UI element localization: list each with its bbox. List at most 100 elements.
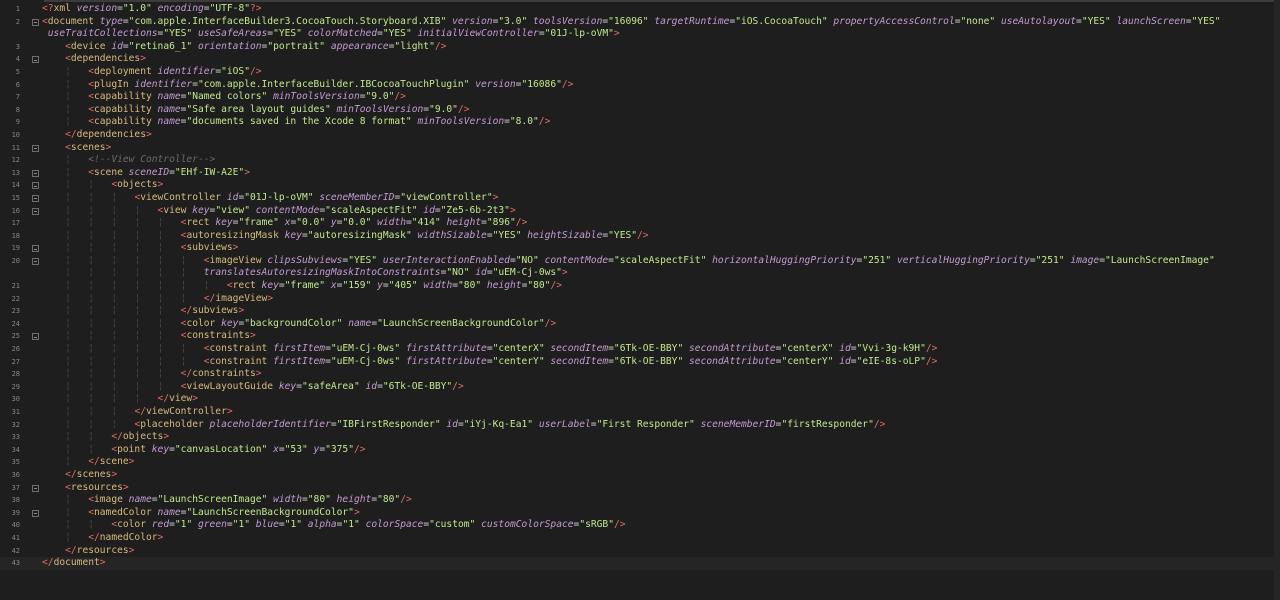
fold-toggle-icon[interactable] <box>32 182 39 190</box>
code-text: ¦ ¦ <point key="canvasLocation" x="53" y… <box>65 443 366 455</box>
code-line[interactable]: 35 ¦ </scene> <box>0 456 1280 469</box>
code-line[interactable]: 10 </dependencies> <box>0 129 1280 142</box>
line-number: 34 <box>11 445 20 454</box>
code-line[interactable]: 24 ¦ ¦ ¦ ¦ ¦ <color key="backgroundColor… <box>0 318 1280 331</box>
code-line[interactable]: 39 ¦ <namedColor name="LaunchScreenBackg… <box>0 507 1280 520</box>
code-line[interactable]: 20 ¦ ¦ ¦ ¦ ¦ ¦ <imageView clipsSubviews=… <box>0 255 1280 268</box>
code-area[interactable]: 1 <?xml version="1.0" encoding="UTF-8"?> 2… <box>0 3 1280 570</box>
code-line[interactable]: 43 </document> <box>0 557 1280 570</box>
fold-toggle-icon[interactable] <box>32 509 39 517</box>
code-text: ¦ <capability name="Named colors" minToo… <box>65 91 406 103</box>
code-text: ¦ ¦ ¦ <placeholder placeholderIdentifier… <box>65 418 886 430</box>
line-number: 36 <box>11 470 20 479</box>
line-number: 20 <box>11 256 20 265</box>
line-number: 5 <box>15 67 20 76</box>
code-line[interactable]: 8 ¦ <capability name="Safe area layout g… <box>0 104 1280 117</box>
fold-toggle-icon[interactable] <box>32 484 39 492</box>
fold-toggle-icon[interactable] <box>32 56 39 64</box>
line-number: 30 <box>11 395 20 404</box>
line-number: 12 <box>11 156 20 165</box>
line-number: 10 <box>11 130 20 139</box>
code-line[interactable]: 27 ¦ ¦ ¦ ¦ ¦ ¦ <constraint firstItem="uE… <box>0 356 1280 369</box>
code-line[interactable]: 32 ¦ ¦ ¦ <placeholder placeholderIdentif… <box>0 419 1280 432</box>
fold-toggle-icon[interactable] <box>32 245 39 253</box>
code-text: ¦ ¦ <objects> <box>65 179 164 191</box>
code-line[interactable]: 28 ¦ ¦ ¦ ¦ ¦ </constraints> <box>0 368 1280 381</box>
fold-toggle-icon[interactable] <box>32 144 39 152</box>
line-number: 41 <box>11 533 20 542</box>
code-line[interactable]: 7 ¦ <capability name="Named colors" minT… <box>0 91 1280 104</box>
code-line[interactable]: 30 ¦ ¦ ¦ ¦ </view> <box>0 393 1280 406</box>
fold-toggle-icon[interactable] <box>32 18 39 26</box>
code-line[interactable]: useTraitCollections="YES" useSafeAreas="… <box>0 28 1280 41</box>
code-line[interactable]: 11 <scenes> <box>0 142 1280 155</box>
code-text: ¦ ¦ ¦ ¦ ¦ <color key="backgroundColor" n… <box>65 317 557 329</box>
code-text: ¦ ¦ ¦ ¦ ¦ ¦ <imageView clipsSubviews="YE… <box>65 254 1215 266</box>
code-line[interactable]: 19 ¦ ¦ ¦ ¦ ¦ <subviews> <box>0 242 1280 255</box>
code-line[interactable]: 21 ¦ ¦ ¦ ¦ ¦ ¦ ¦ <rect key="frame" x="15… <box>0 280 1280 293</box>
code-line[interactable]: 34 ¦ ¦ <point key="canvasLocation" x="53… <box>0 444 1280 457</box>
code-line[interactable]: 26 ¦ ¦ ¦ ¦ ¦ ¦ <constraint firstItem="uE… <box>0 343 1280 356</box>
code-text: ¦ ¦ ¦ <viewController id="01J-lp-oVM" sc… <box>65 191 499 203</box>
code-line[interactable]: 14 ¦ ¦ <objects> <box>0 179 1280 192</box>
line-number: 3 <box>15 42 20 51</box>
code-line[interactable]: 37 <resources> <box>0 482 1280 495</box>
line-number: 38 <box>11 496 20 505</box>
line-number: 4 <box>15 55 20 64</box>
code-text: </resources> <box>65 544 135 556</box>
line-number: 33 <box>11 433 20 442</box>
code-line[interactable]: 22 ¦ ¦ ¦ ¦ ¦ ¦ </imageView> <box>0 293 1280 306</box>
line-number: 11 <box>11 143 20 152</box>
line-number: 40 <box>11 521 20 530</box>
code-line[interactable]: 33 ¦ ¦ </objects> <box>0 431 1280 444</box>
code-line[interactable]: 6 ¦ <plugIn identifier="com.apple.Interf… <box>0 79 1280 92</box>
line-number: 32 <box>11 420 20 429</box>
code-line[interactable]: 4 <dependencies> <box>0 53 1280 66</box>
code-text: ¦ <capability name="Safe area layout gui… <box>65 103 470 115</box>
code-line[interactable]: 23 ¦ ¦ ¦ ¦ ¦ </subviews> <box>0 305 1280 318</box>
code-line[interactable]: 5 ¦ <deployment identifier="iOS"/> <box>0 66 1280 79</box>
line-number: 14 <box>11 181 20 190</box>
code-line[interactable]: 1 <?xml version="1.0" encoding="UTF-8"?> <box>0 3 1280 16</box>
code-text: ¦ ¦ ¦ ¦ </view> <box>65 393 198 405</box>
line-number: 8 <box>15 105 20 114</box>
code-text: ¦ </namedColor> <box>65 531 164 543</box>
code-line[interactable]: 38 ¦ <image name="LaunchScreenImage" wid… <box>0 494 1280 507</box>
code-line[interactable]: 29 ¦ ¦ ¦ ¦ ¦ <viewLayoutGuide key="safeA… <box>0 381 1280 394</box>
code-text: <dependencies> <box>65 53 146 65</box>
line-number: 17 <box>11 219 20 228</box>
line-number: 27 <box>11 357 20 366</box>
fold-toggle-icon[interactable] <box>32 169 39 177</box>
line-number: 15 <box>11 193 20 202</box>
code-line[interactable]: 17 ¦ ¦ ¦ ¦ ¦ <rect key="frame" x="0.0" y… <box>0 217 1280 230</box>
code-text: ¦ ¦ ¦ ¦ ¦ ¦ <constraint firstItem="uEM-C… <box>65 343 938 355</box>
code-line[interactable]: 18 ¦ ¦ ¦ ¦ ¦ <autoresizingMask key="auto… <box>0 230 1280 243</box>
code-line[interactable]: 9 ¦ <capability name="documents saved in… <box>0 116 1280 129</box>
code-line[interactable]: ¦ ¦ ¦ ¦ ¦ ¦ translatesAutoresizingMaskIn… <box>0 267 1280 280</box>
fold-toggle-icon[interactable] <box>32 207 39 215</box>
code-text: ¦ <capability name="documents saved in t… <box>65 116 551 128</box>
code-line[interactable]: 12 ¦ <!--View Controller--> <box>0 154 1280 167</box>
code-line[interactable]: 3 <device id="retina6_1" orientation="po… <box>0 41 1280 54</box>
vertical-scrollbar[interactable] <box>1274 0 1280 600</box>
code-line[interactable]: 2 <document type="com.apple.InterfaceBuil… <box>0 16 1280 29</box>
code-line[interactable]: 40 ¦ ¦ <color red="1" green="1" blue="1"… <box>0 519 1280 532</box>
line-number: 29 <box>11 382 20 391</box>
fold-toggle-icon[interactable] <box>32 333 39 341</box>
code-editor[interactable]: 1 <?xml version="1.0" encoding="UTF-8"?> 2… <box>0 0 1280 600</box>
code-line[interactable]: 36 </scenes> <box>0 469 1280 482</box>
code-line[interactable]: 42 </resources> <box>0 545 1280 558</box>
code-line[interactable]: 25 ¦ ¦ ¦ ¦ ¦ <constraints> <box>0 330 1280 343</box>
code-text: ¦ ¦ ¦ ¦ <view key="view" contentMode="sc… <box>65 204 516 216</box>
code-line[interactable]: 31 ¦ ¦ ¦ </viewController> <box>0 406 1280 419</box>
code-text: </scenes> <box>65 468 118 480</box>
fold-toggle-icon[interactable] <box>32 257 39 265</box>
code-text: </document> <box>42 557 106 569</box>
fold-toggle-icon[interactable] <box>32 194 39 202</box>
code-line[interactable]: 41 ¦ </namedColor> <box>0 532 1280 545</box>
code-line[interactable]: 13 ¦ <scene sceneID="EHf-IW-A2E"> <box>0 167 1280 180</box>
code-line[interactable]: 16 ¦ ¦ ¦ ¦ <view key="view" contentMode=… <box>0 205 1280 218</box>
code-line[interactable]: 15 ¦ ¦ ¦ <viewController id="01J-lp-oVM"… <box>0 192 1280 205</box>
code-text: ¦ ¦ ¦ ¦ ¦ ¦ translatesAutoresizingMaskIn… <box>65 267 568 279</box>
line-number: 25 <box>11 332 20 341</box>
